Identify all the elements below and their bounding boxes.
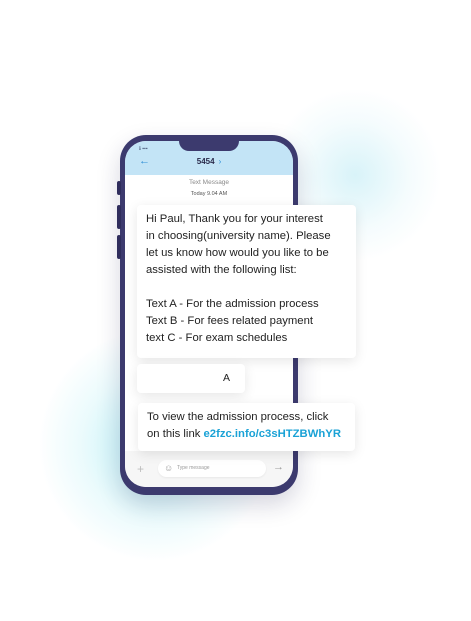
message-line: assisted with the following list:: [146, 264, 297, 276]
chevron-right-icon: ›: [218, 157, 222, 166]
option-line: Text B - For fees related payment: [146, 315, 314, 327]
message-input-placeholder: Type message: [177, 465, 210, 471]
arrow-right-icon[interactable]: →: [273, 461, 284, 473]
phone-notch: [179, 141, 239, 151]
phone-side-button: [117, 205, 121, 229]
contact-name[interactable]: 5454 ›: [125, 157, 293, 166]
message-line-prefix: on this link: [147, 428, 204, 440]
plus-icon[interactable]: +: [137, 462, 144, 476]
smiley-icon[interactable]: ☺: [164, 463, 173, 473]
message-line: Hi Paul, Thank you for your interest: [146, 213, 323, 225]
reply-message-bubble: A: [137, 364, 245, 393]
option-line: Text A - For the admission process: [146, 298, 319, 310]
message-line: on this link e2fzc.info/c3sHTZBWhYR: [147, 426, 346, 443]
phone-side-button: [117, 181, 121, 195]
message-line: To view the admission process, click: [147, 411, 329, 423]
compose-bar: + ☺ Type message →: [125, 451, 293, 487]
reply-text: A: [223, 372, 231, 384]
status-bar: ℹ ▪▪▪: [139, 146, 148, 152]
message-input[interactable]: ☺ Type message: [158, 460, 266, 477]
message-link[interactable]: e2fzc.info/c3sHTZBWhYR: [204, 428, 341, 440]
message-line: let us know how would you like to be: [146, 247, 329, 259]
option-line: text C - For exam schedules: [146, 332, 288, 344]
message-timestamp: Today 9.04 AM: [190, 191, 228, 197]
incoming-message-bubble: Hi Paul, Thank you for your interest in …: [137, 205, 356, 358]
phone-side-button: [117, 235, 121, 259]
message-type-label: Text Message: [188, 179, 230, 186]
incoming-message-bubble-link: To view the admission process, click on …: [138, 403, 355, 451]
contact-number: 5454: [196, 157, 215, 166]
message-line: in choosing(university name). Please: [146, 230, 331, 242]
